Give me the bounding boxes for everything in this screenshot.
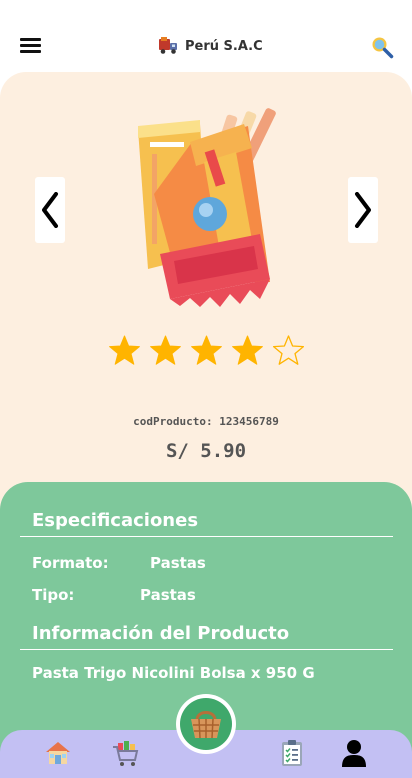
delivery-truck-icon	[159, 37, 177, 54]
format-label: Formato:	[32, 554, 109, 572]
next-product-button[interactable]	[348, 177, 378, 243]
search-icon[interactable]	[370, 35, 394, 59]
home-icon[interactable]	[43, 738, 73, 768]
divider	[20, 649, 393, 650]
product-description: Pasta Trigo Nicolini Bolsa x 950 G	[32, 664, 315, 682]
top-app-bar: Perú S.A.C	[0, 0, 412, 72]
star-filled-icon[interactable]	[108, 334, 141, 367]
product-info-title: Información del Producto	[32, 623, 290, 644]
star-empty-icon[interactable]	[272, 334, 305, 367]
clipboard-list-icon[interactable]	[277, 738, 307, 768]
type-value: Pastas	[140, 586, 196, 604]
basket-icon	[191, 711, 221, 739]
basket-button-ring	[180, 698, 232, 750]
star-filled-icon[interactable]	[149, 334, 182, 367]
pasta-package-image	[138, 108, 276, 307]
previous-product-button[interactable]	[35, 177, 65, 243]
hamburger-icon[interactable]	[20, 38, 41, 54]
product-code-label: codProducto:	[133, 415, 213, 428]
chevron-right-icon	[355, 192, 371, 228]
user-icon[interactable]	[339, 738, 369, 768]
star-filled-icon[interactable]	[190, 334, 223, 367]
basket-button[interactable]	[176, 694, 236, 754]
divider	[20, 536, 393, 537]
product-panel: codProducto: 123456789 S/ 5.90	[0, 72, 412, 512]
product-code-value: 123456789	[219, 415, 279, 428]
brand: Perú S.A.C	[158, 36, 263, 56]
cart-icon[interactable]	[110, 738, 140, 768]
star-filled-icon[interactable]	[231, 334, 264, 367]
brand-title: Perú S.A.C	[185, 38, 263, 54]
chevron-left-icon	[42, 192, 58, 228]
type-label: Tipo:	[32, 586, 75, 604]
product-code: codProducto: 123456789	[0, 415, 412, 428]
product-price: S/ 5.90	[165, 440, 247, 462]
format-value: Pastas	[150, 554, 206, 572]
product-rating[interactable]	[108, 334, 305, 367]
specifications-title: Especificaciones	[32, 510, 199, 531]
